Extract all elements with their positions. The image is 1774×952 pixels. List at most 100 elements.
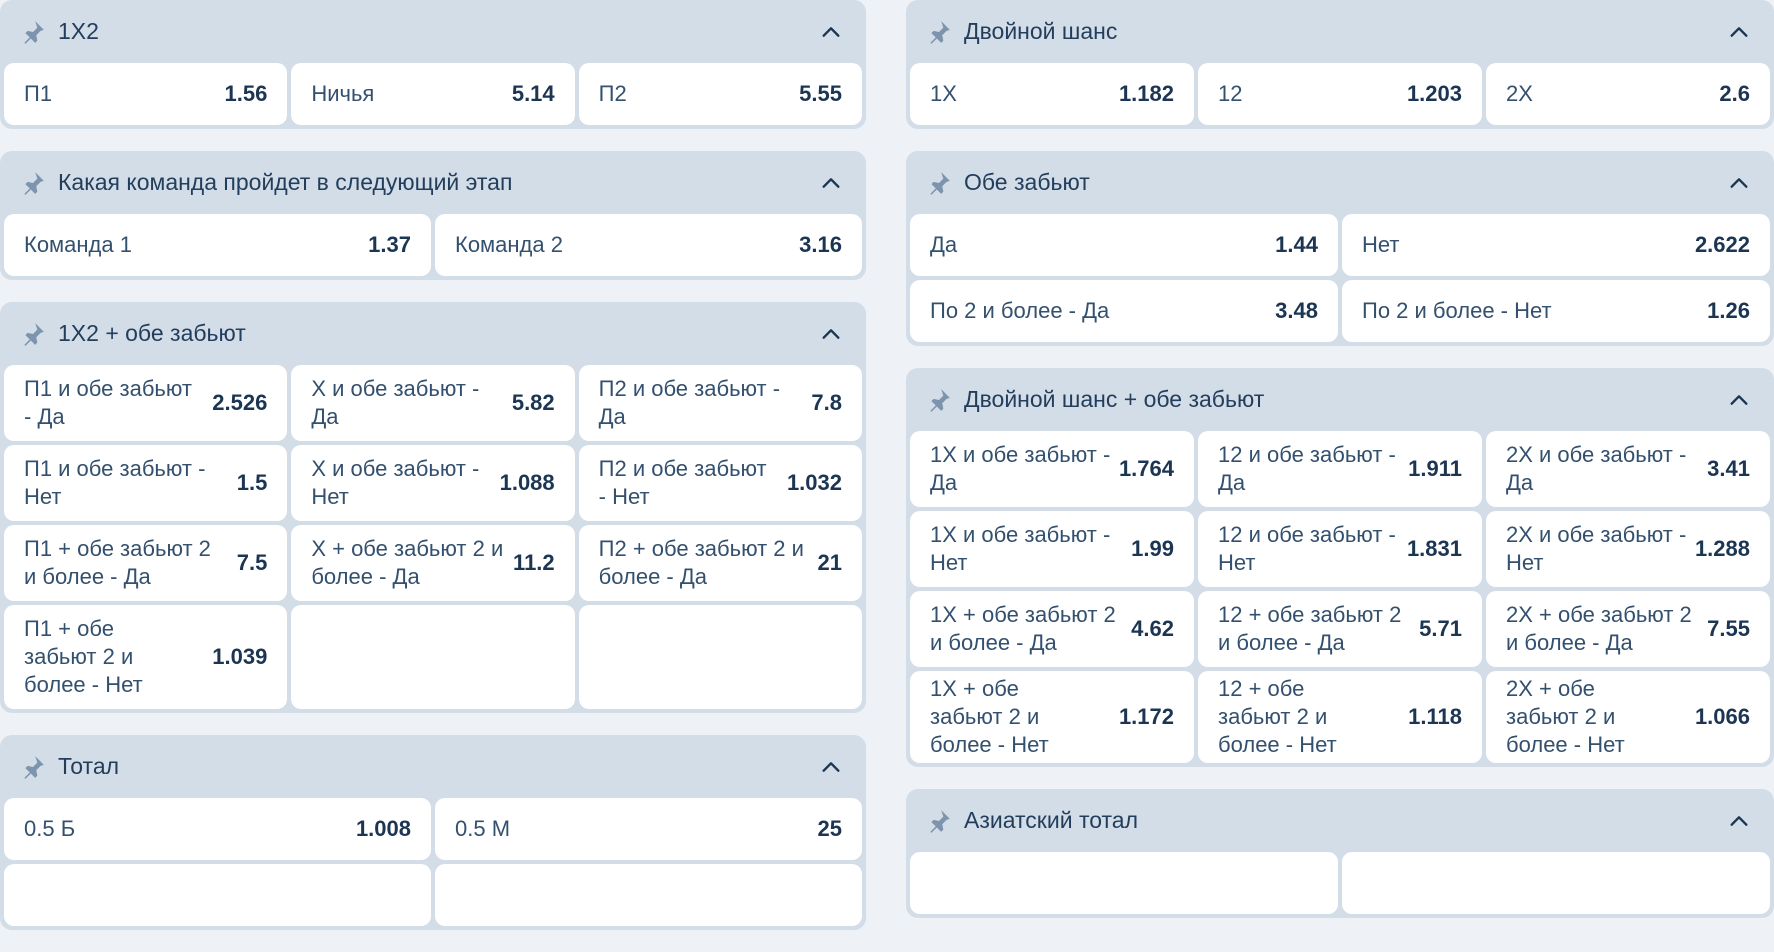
- outcome-button[interactable]: Да 1.44: [910, 214, 1338, 276]
- outcome-button[interactable]: 2X и обе забьют - Нет 1.288: [1486, 511, 1770, 587]
- outcome-button[interactable]: 12 и обе забьют - Нет 1.831: [1198, 511, 1482, 587]
- pin-icon[interactable]: [924, 17, 954, 47]
- outcome-button[interactable]: П2 и обе забьют - Да 7.8: [578, 365, 862, 441]
- outcome-odd: 1.56: [224, 81, 268, 106]
- market-header[interactable]: 1X2: [4, 0, 862, 63]
- outcome-button[interactable]: [435, 864, 862, 926]
- market-header[interactable]: Обе забьют: [910, 151, 1770, 214]
- outcome-button[interactable]: П1 + обе забьют 2 и более - Нет 1.039: [4, 605, 288, 709]
- outcome-odd: 5.71: [1419, 616, 1462, 641]
- pin-icon[interactable]: [18, 319, 48, 349]
- outcome-odd: 1.831: [1406, 536, 1462, 561]
- outcome-label: 12: [1218, 81, 1243, 106]
- outcome-button[interactable]: 12 1.203: [1198, 63, 1482, 125]
- outcome-button[interactable]: [910, 852, 1338, 914]
- chevron-up-icon[interactable]: [1722, 166, 1756, 200]
- chevron-up-icon[interactable]: [814, 166, 848, 200]
- outcome-label: 1X + обе забьют 2 и более - Нет: [930, 676, 1049, 757]
- outcome-button[interactable]: П1 и обе забьют - Да 2.526: [4, 365, 288, 441]
- market-header[interactable]: Двойной шанс + обе забьют: [910, 368, 1770, 431]
- outcome-odd: 1.44: [1275, 232, 1318, 257]
- outcome-button[interactable]: 2X 2.6: [1486, 63, 1770, 125]
- outcome-button[interactable]: 12 + обе забьют 2 и более - Нет 1.118: [1198, 671, 1482, 763]
- outcome-label: 12 и обе забьют - Да: [1218, 442, 1396, 495]
- outcome-label: П2 и обе забьют - Да: [598, 376, 781, 429]
- outcome-label: Х и обе забьют - Да: [311, 376, 480, 429]
- outcome-odd: 7.8: [811, 390, 842, 415]
- outcome-button[interactable]: П2 + обе забьют 2 и более - Да 21: [578, 525, 862, 601]
- chevron-up-icon[interactable]: [814, 15, 848, 49]
- outcome-label: П1: [24, 81, 53, 106]
- outcome-button[interactable]: По 2 и более - Нет 1.26: [1342, 280, 1770, 342]
- market-double-chance-btts: Двойной шанс + обе забьют 1X и обе забью…: [906, 368, 1774, 767]
- outcome-button[interactable]: 1X + обе забьют 2 и более - Нет 1.172: [910, 671, 1194, 763]
- market-header[interactable]: Тотал: [4, 735, 862, 798]
- empty-cell: [291, 605, 575, 709]
- outcome-button[interactable]: Х и обе забьют - Да 5.82: [291, 365, 575, 441]
- outcome-odd: 1.911: [1408, 456, 1462, 481]
- outcome-label: 2X и обе забьют - Да: [1506, 442, 1687, 495]
- chevron-up-icon[interactable]: [1722, 804, 1756, 838]
- outcome-button[interactable]: Команда 1 1.37: [4, 214, 431, 276]
- chevron-up-icon[interactable]: [1722, 383, 1756, 417]
- outcome-button[interactable]: 1X 1.182: [910, 63, 1194, 125]
- market-title: Двойной шанс: [964, 18, 1118, 44]
- outcome-label: 1X + обе забьют 2 и более - Да: [930, 602, 1116, 655]
- outcome-button[interactable]: 2X + обе забьют 2 и более - Да 7.55: [1486, 591, 1770, 667]
- outcome-button[interactable]: 0.5 Б 1.008: [4, 798, 431, 860]
- pin-icon[interactable]: [18, 752, 48, 782]
- outcome-label: 2X: [1506, 81, 1533, 106]
- outcome-label: Х и обе забьют - Нет: [311, 456, 480, 509]
- market-header[interactable]: Двойной шанс: [910, 0, 1770, 63]
- outcome-odd: 1.99: [1131, 536, 1174, 561]
- pin-icon[interactable]: [924, 385, 954, 415]
- outcome-button[interactable]: 1X и обе забьют - Да 1.764: [910, 431, 1194, 507]
- outcome-button[interactable]: 0.5 М 25: [435, 798, 862, 860]
- outcome-button[interactable]: Х и обе забьют - Нет 1.088: [291, 445, 575, 521]
- outcome-button[interactable]: 1X + обе забьют 2 и более - Да 4.62: [910, 591, 1194, 667]
- outcome-odd: 5.55: [799, 81, 842, 106]
- outcome-button[interactable]: П2 и обе забьют - Нет 1.032: [578, 445, 862, 521]
- outcome-button[interactable]: П2 5.55: [578, 63, 862, 125]
- outcome-button[interactable]: П1 1.56: [4, 63, 288, 125]
- market-header[interactable]: Какая команда пройдет в следующий этап: [4, 151, 862, 214]
- market-header[interactable]: 1X2 + обе забьют: [4, 302, 862, 365]
- chevron-up-icon[interactable]: [814, 317, 848, 351]
- outcome-odd: 1.118: [1408, 704, 1462, 729]
- outcome-button[interactable]: П1 + обе забьют 2 и более - Да 7.5: [4, 525, 288, 601]
- pin-icon[interactable]: [18, 168, 48, 198]
- chevron-up-icon[interactable]: [814, 750, 848, 784]
- outcome-button[interactable]: По 2 и более - Да 3.48: [910, 280, 1338, 342]
- outcome-button[interactable]: 12 и обе забьют - Да 1.911: [1198, 431, 1482, 507]
- market-header[interactable]: Азиатский тотал: [910, 789, 1770, 852]
- outcome-button[interactable]: [1342, 852, 1770, 914]
- outcome-label: Нет: [1362, 232, 1400, 257]
- outcome-button[interactable]: Команда 2 3.16: [435, 214, 862, 276]
- outcome-odd: 1.032: [786, 470, 842, 495]
- market-total: Тотал 0.5 Б 1.008 0.5 М 25: [0, 735, 866, 930]
- outcome-button[interactable]: 1X и обе забьют - Нет 1.99: [910, 511, 1194, 587]
- outcome-odd: 3.41: [1707, 456, 1750, 481]
- outcome-button[interactable]: Нет 2.622: [1342, 214, 1770, 276]
- outcome-button[interactable]: 12 + обе забьют 2 и более - Да 5.71: [1198, 591, 1482, 667]
- outcome-odd: 5.82: [511, 390, 555, 415]
- outcome-button[interactable]: Х + обе забьют 2 и более - Да 11.2: [291, 525, 575, 601]
- outcome-button[interactable]: 2X и обе забьют - Да 3.41: [1486, 431, 1770, 507]
- outcome-label: По 2 и более - Да: [930, 298, 1110, 323]
- outcome-odd: 1.764: [1118, 456, 1174, 481]
- outcome-label: 0.5 М: [455, 816, 511, 841]
- pin-icon[interactable]: [924, 168, 954, 198]
- outcome-label: По 2 и более - Нет: [1362, 298, 1552, 323]
- outcome-button[interactable]: 2X + обе забьют 2 и более - Нет 1.066: [1486, 671, 1770, 763]
- outcome-odd: 2.526: [212, 390, 268, 415]
- chevron-up-icon[interactable]: [1722, 15, 1756, 49]
- outcome-button[interactable]: П1 и обе забьют - Нет 1.5: [4, 445, 288, 521]
- outcome-button[interactable]: Ничья 5.14: [291, 63, 575, 125]
- outcome-label: 12 + обе забьют 2 и более - Нет: [1218, 676, 1337, 757]
- outcome-odd: 21: [817, 550, 842, 575]
- outcome-label: 1X и обе забьют - Нет: [930, 522, 1111, 575]
- outcome-button[interactable]: [4, 864, 431, 926]
- pin-icon[interactable]: [18, 17, 48, 47]
- pin-icon[interactable]: [924, 806, 954, 836]
- market-1x2-btts: 1X2 + обе забьют П1 и обе забьют - Да 2.5…: [0, 302, 866, 713]
